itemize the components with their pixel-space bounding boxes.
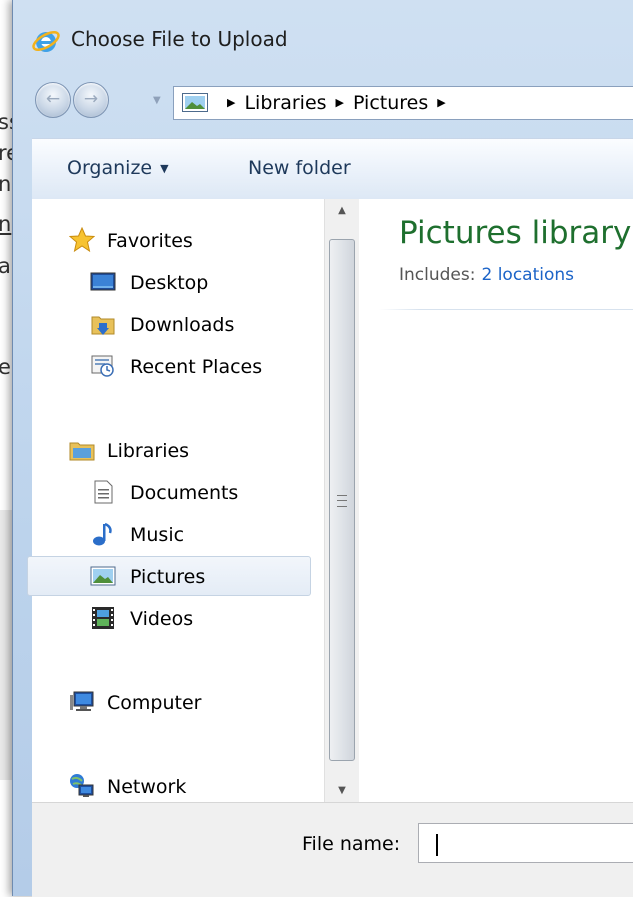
content-pane: Pictures library Includes: 2 locations (359, 199, 633, 802)
organize-label: Organize (67, 157, 153, 179)
navigation-pane: Favorites Desktop Downloads Recent Place… (27, 199, 343, 805)
nav-item-documents[interactable]: Documents (90, 473, 320, 511)
nav-item-libraries[interactable]: Libraries (69, 431, 319, 469)
file-name-input[interactable] (418, 823, 633, 863)
libraries-folder-icon (69, 442, 95, 461)
nav-item-recent-places[interactable]: Recent Places (90, 347, 320, 385)
organize-button[interactable]: Organize ▼ (67, 157, 169, 179)
command-toolbar: Organize ▼ New folder (32, 138, 633, 200)
back-arrow-icon: ← (45, 89, 61, 109)
nav-item-label: Downloads (130, 314, 235, 336)
nav-item-label: Favorites (107, 230, 193, 252)
star-icon (69, 227, 95, 253)
address-bar[interactable]: ▶ Libraries ▶ Pictures ▶ (173, 86, 633, 120)
background-text: a (0, 254, 11, 278)
scrollbar-thumb[interactable] (329, 239, 355, 761)
nav-item-computer[interactable]: Computer (69, 683, 319, 721)
internet-explorer-icon (32, 31, 60, 52)
nav-item-videos[interactable]: Videos (90, 599, 320, 637)
chevron-down-icon: ▼ (160, 162, 169, 175)
downloads-folder-icon (91, 316, 115, 335)
text-cursor (436, 834, 438, 856)
music-note-icon (93, 522, 112, 546)
includes-label: Includes: (399, 265, 476, 285)
nav-item-label: Videos (130, 608, 194, 630)
nav-item-label: Recent Places (130, 356, 263, 378)
library-title: Pictures library (399, 215, 632, 251)
nav-item-label: Music (130, 524, 185, 546)
scroll-up-arrow-icon[interactable]: ▲ (325, 205, 359, 216)
grip-icon (337, 495, 347, 507)
title-bar[interactable]: Choose File to Upload (13, 0, 633, 78)
film-strip-icon (92, 607, 114, 629)
breadcrumb-separator-icon[interactable]: ▶ (227, 96, 235, 109)
breadcrumb-libraries[interactable]: Libraries (244, 92, 326, 114)
breadcrumb-separator-icon[interactable]: ▶ (336, 96, 344, 109)
back-button[interactable]: ← (35, 82, 71, 118)
library-includes: Includes: 2 locations (399, 265, 574, 285)
nav-item-favorites[interactable]: Favorites (69, 221, 319, 259)
nav-item-label: Pictures (130, 566, 206, 588)
forward-button[interactable]: → (73, 82, 109, 118)
dialog-title: Choose File to Upload (71, 27, 288, 51)
background-text: e (0, 355, 11, 379)
recent-places-icon (91, 355, 114, 377)
pictures-icon (90, 566, 116, 586)
breadcrumb-pictures[interactable]: Pictures (353, 92, 428, 114)
nav-item-label: Documents (130, 482, 239, 504)
nav-item-downloads[interactable]: Downloads (90, 305, 320, 343)
header-divider (379, 309, 633, 310)
nav-item-label: Desktop (130, 272, 209, 294)
forward-arrow-icon: → (83, 89, 99, 109)
nav-pane-scrollbar[interactable]: ▲ ▼ (324, 199, 359, 802)
breadcrumb-separator-icon[interactable]: ▶ (437, 96, 445, 109)
file-upload-dialog: Choose File to Upload ← → ▼ ▶ Libraries ▶ P… (12, 0, 633, 897)
nav-item-label: Computer (107, 692, 202, 714)
scroll-down-arrow-icon[interactable]: ▼ (325, 785, 359, 796)
file-name-area: File name: (32, 802, 633, 897)
background-text: n (0, 212, 12, 236)
nav-item-label: Network (107, 776, 187, 798)
navigation-bar: ← → ▼ ▶ Libraries ▶ Pictures ▶ (13, 80, 633, 124)
file-name-label: File name: (302, 833, 401, 855)
nav-item-music[interactable]: Music (90, 515, 320, 553)
desktop-icon (90, 272, 116, 291)
pictures-icon (182, 93, 208, 112)
nav-item-network[interactable]: Network (69, 767, 319, 805)
document-icon (94, 480, 113, 504)
nav-item-pictures[interactable]: Pictures (27, 556, 311, 596)
nav-item-desktop[interactable]: Desktop (90, 263, 320, 301)
recent-locations-dropdown[interactable]: ▼ (153, 95, 161, 106)
new-folder-button[interactable]: New folder (248, 157, 351, 179)
computer-icon (70, 691, 94, 711)
network-icon (70, 774, 94, 797)
breadcrumb: ▶ Libraries ▶ Pictures ▶ (218, 92, 455, 114)
locations-link[interactable]: 2 locations (481, 265, 574, 285)
nav-item-label: Libraries (107, 440, 190, 462)
